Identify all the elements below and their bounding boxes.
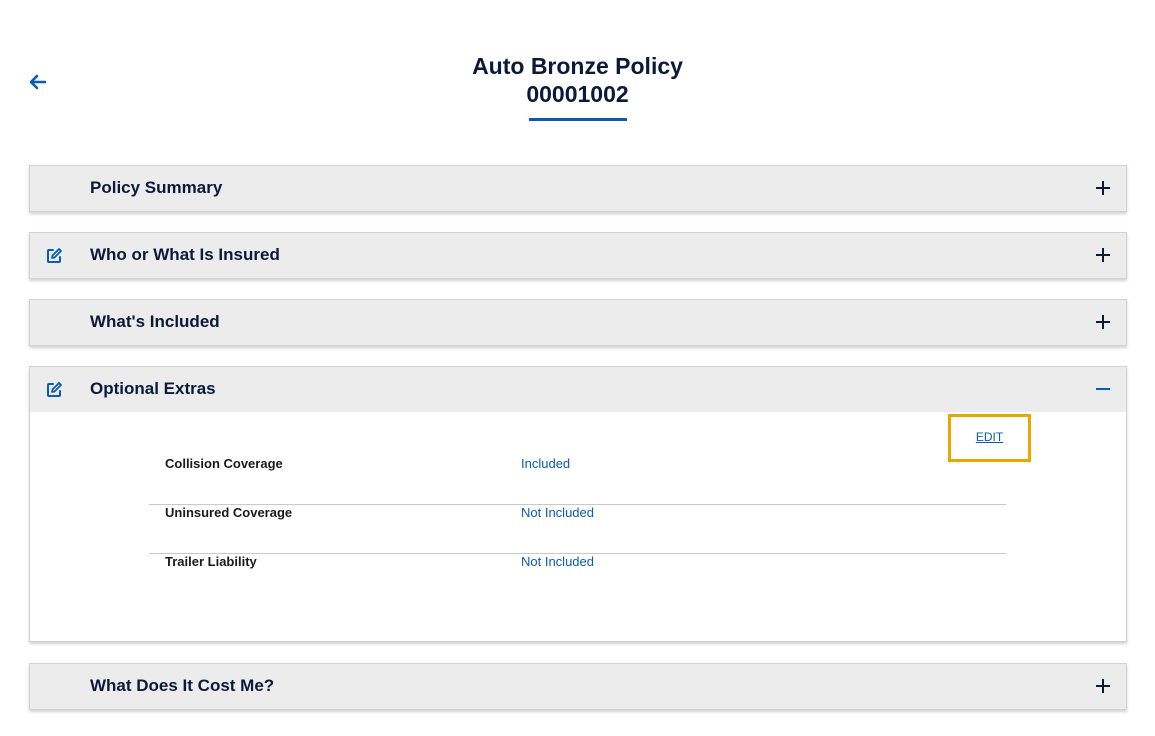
section-policy-summary: Policy Summary	[29, 165, 1127, 212]
optional-extras-body: EDIT Collision Coverage Included Uninsur…	[30, 412, 1126, 641]
plus-icon[interactable]	[1094, 246, 1112, 264]
section-optional-extras: Optional Extras EDIT Collision Coverage …	[29, 366, 1127, 642]
edit-icon[interactable]	[45, 247, 63, 265]
row-value: Not Included	[521, 505, 594, 520]
section-title: What Does It Cost Me?	[90, 676, 275, 695]
table-row: Uninsured Coverage Not Included	[149, 505, 1006, 554]
table-row: Collision Coverage Included	[149, 456, 1006, 505]
section-header-policy-summary[interactable]: Policy Summary	[30, 166, 1126, 211]
row-label: Uninsured Coverage	[165, 505, 293, 520]
section-header-who-or-what-is-insured[interactable]: Who or What Is Insured	[30, 233, 1126, 278]
plus-icon[interactable]	[1094, 179, 1112, 197]
row-value: Included	[521, 456, 571, 471]
row-label: Collision Coverage	[165, 456, 283, 471]
section-header-what-does-it-cost-me[interactable]: What Does It Cost Me?	[30, 664, 1126, 709]
edit-link-highlight: EDIT	[948, 414, 1031, 462]
table-row: Trailer Liability Not Included	[149, 554, 1006, 602]
minus-icon[interactable]	[1094, 380, 1112, 398]
section-title: Optional Extras	[90, 379, 216, 398]
edit-link[interactable]: EDIT	[951, 430, 1028, 444]
page-title: Auto Bronze Policy 00001002	[0, 52, 1155, 121]
section-header-whats-included[interactable]: What's Included	[30, 300, 1126, 345]
section-whats-included: What's Included	[29, 299, 1127, 346]
section-title: Who or What Is Insured	[90, 245, 280, 264]
section-title: Policy Summary	[90, 178, 223, 197]
policy-name: Auto Bronze Policy	[472, 53, 683, 79]
edit-icon[interactable]	[45, 381, 63, 399]
row-value: Not Included	[521, 554, 594, 569]
row-label: Trailer Liability	[165, 554, 257, 569]
section-who-or-what-is-insured: Who or What Is Insured	[29, 232, 1127, 279]
section-header-optional-extras[interactable]: Optional Extras	[30, 367, 1126, 412]
section-what-does-it-cost-me: What Does It Cost Me?	[29, 663, 1127, 710]
policy-number: 00001002	[526, 81, 629, 107]
title-underline	[528, 118, 627, 121]
section-title: What's Included	[90, 312, 220, 331]
policy-detail-page: Auto Bronze Policy 00001002 Policy Summa…	[0, 0, 1155, 736]
plus-icon[interactable]	[1094, 677, 1112, 695]
plus-icon[interactable]	[1094, 313, 1112, 331]
